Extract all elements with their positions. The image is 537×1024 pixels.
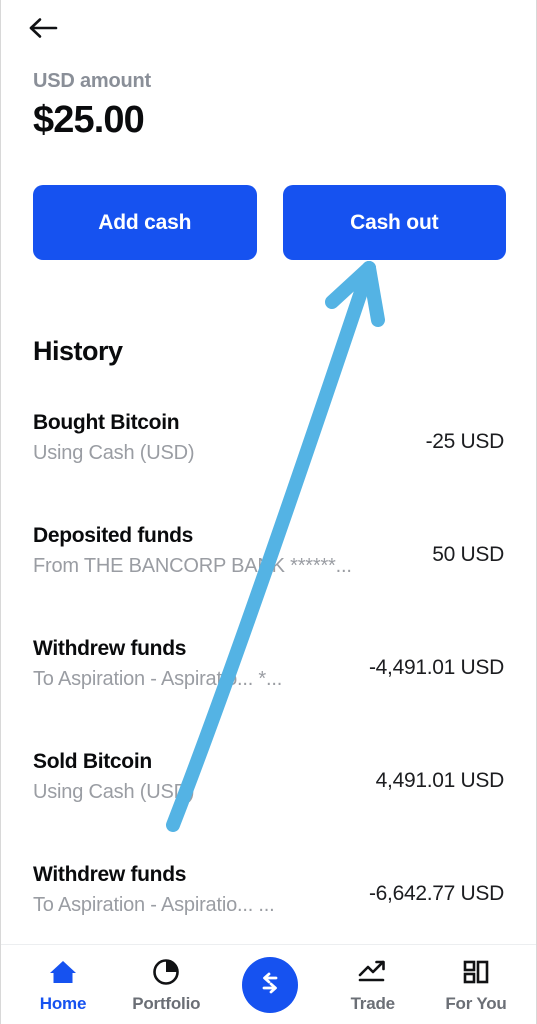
history-row[interactable]: Bought Bitcoin Using Cash (USD) -25 USD <box>1 400 536 513</box>
history-row-subtitle: Using Cash (USD) <box>33 781 195 803</box>
usd-amount-value: $25.00 <box>33 99 145 141</box>
cash-out-button[interactable]: Cash out <box>282 185 506 260</box>
history-row-title: Sold Bitcoin <box>33 750 152 773</box>
history-row-amount: 50 USD <box>432 543 504 566</box>
nav-label-trade: Trade <box>350 994 396 1013</box>
history-row-text: Sold Bitcoin Using Cash (USD) <box>33 739 194 806</box>
add-cash-button[interactable]: Add cash <box>33 185 257 260</box>
history-row-text: Withdrew funds To Aspiration - Aspiratio.… <box>33 626 282 693</box>
pie-chart-icon <box>151 955 181 989</box>
history-row-subtitle: To Aspiration - Aspiratio... ... <box>33 894 275 916</box>
nav-label-portfolio: Portfolio <box>132 994 201 1013</box>
back-button[interactable] <box>23 10 65 50</box>
history-row-amount: -25 USD <box>425 430 505 453</box>
arrow-left-icon <box>29 16 59 45</box>
history-row[interactable]: Withdrew funds To Aspiration - Aspiratio.… <box>1 626 536 739</box>
grid-blocks-icon <box>462 955 490 989</box>
bottom-navigation-bar: Home Portfolio Trade For You <box>1 944 536 1024</box>
nav-item-portfolio[interactable]: Portfolio <box>118 955 214 1014</box>
history-row-amount: -4,491.01 USD <box>368 656 504 679</box>
action-buttons: Add cash Cash out <box>33 185 506 260</box>
swap-arrows-icon <box>255 968 285 1003</box>
history-row[interactable]: Sold Bitcoin Using Cash (USD) 4,491.01 USD <box>1 739 536 852</box>
history-list: Bought Bitcoin Using Cash (USD) -25 USD Dep… <box>1 400 536 965</box>
history-row-text: Deposited funds From THE BANCORP BANK ***… <box>33 513 352 580</box>
history-row-text: Bought Bitcoin Using Cash (USD) <box>33 400 194 467</box>
history-heading: History <box>33 336 123 366</box>
history-row-amount: -6,642.77 USD <box>368 882 504 905</box>
history-row-text: Withdrew funds To Aspiration - Aspiratio.… <box>33 852 275 919</box>
history-row-amount: 4,491.01 USD <box>375 769 505 792</box>
nav-label-for-you: For You <box>445 994 507 1013</box>
history-row-title: Deposited funds <box>33 524 194 547</box>
top-nav-bar <box>1 0 536 60</box>
home-icon <box>48 955 78 989</box>
history-row[interactable]: Deposited funds From THE BANCORP BANK ***… <box>1 513 536 626</box>
swap-fab-button[interactable] <box>241 957 298 1013</box>
app-screen: USD amount $25.00 Add cash Cash out Hist… <box>0 0 537 1024</box>
nav-label-home: Home <box>39 994 87 1013</box>
history-row-title: Bought Bitcoin <box>33 411 180 434</box>
nav-item-trade[interactable]: Trade <box>325 955 421 1014</box>
usd-amount-label: USD amount <box>33 70 152 92</box>
history-row-subtitle: Using Cash (USD) <box>33 442 195 464</box>
trending-up-icon <box>357 955 389 989</box>
history-row-title: Withdrew funds <box>33 863 187 886</box>
nav-item-home[interactable]: Home <box>15 955 111 1014</box>
nav-fab-wrapper <box>222 955 318 1013</box>
history-row-title: Withdrew funds <box>33 637 187 660</box>
balance-block: USD amount $25.00 <box>33 68 151 144</box>
history-row-subtitle: To Aspiration - Aspiratio... *... <box>33 668 283 690</box>
nav-item-for-you[interactable]: For You <box>428 955 524 1014</box>
history-row-subtitle: From THE BANCORP BANK ******... <box>33 555 352 577</box>
